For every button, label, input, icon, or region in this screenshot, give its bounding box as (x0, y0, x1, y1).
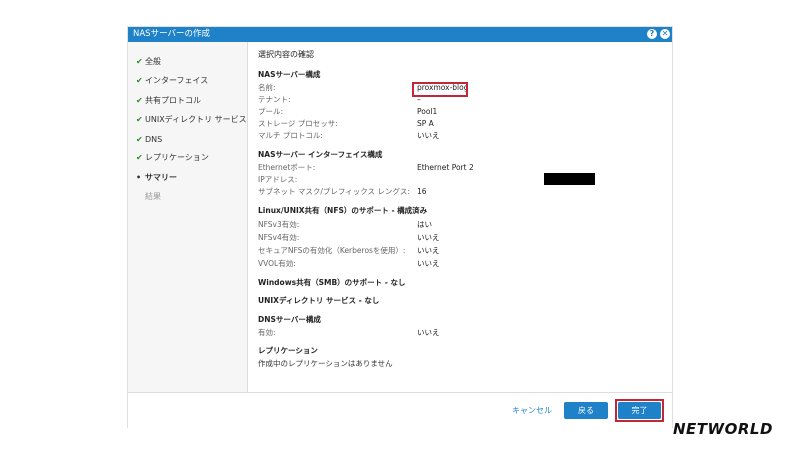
help-icon[interactable]: ? (647, 29, 657, 39)
step-label: UNIXディレクトリ サービス (145, 115, 247, 124)
step-label: レプリケーション (145, 153, 209, 162)
dns-config-title: DNSサーバー構成 (258, 315, 321, 324)
check-icon: ✔ (136, 57, 143, 66)
finish-highlight-box (615, 399, 664, 422)
interface-config-title: NASサーバー インターフェイス構成 (258, 150, 383, 159)
step-sharing-protocols[interactable]: ✔ 共有プロトコル (136, 95, 201, 107)
step-label: DNS (145, 135, 163, 144)
replication-title: レプリケーション (258, 346, 318, 355)
smb-title: Windows共有（SMB）のサポート - なし (258, 278, 406, 287)
step-label: 共有プロトコル (145, 96, 201, 105)
subnet-value: 16 (417, 187, 427, 196)
dialog-footer: キャンセル 戻る 完了 (128, 392, 672, 430)
step-replication[interactable]: ✔ レプリケーション (136, 152, 209, 164)
step-results: 結果 (136, 191, 161, 203)
step-label: 結果 (145, 192, 161, 201)
vvol-label: VVOL有効: (258, 259, 296, 268)
tenant-label: テナント: (258, 95, 291, 104)
pool-value: Pool1 (417, 107, 438, 116)
dns-enabled-label: 有効: (258, 328, 276, 337)
step-unix-directory-service[interactable]: ✔ UNIXディレクトリ サービス (136, 114, 247, 126)
vvol-value: いいえ (417, 259, 440, 268)
nas-server-create-dialog: NASサーバーの作成 ? ✕ ✔ 全般 ✔ インターフェイス ✔ 共有プロトコル ✔ U… (127, 26, 673, 430)
step-label: インターフェイス (145, 76, 209, 85)
cancel-button[interactable]: キャンセル (512, 405, 552, 417)
check-icon: ✔ (136, 153, 143, 162)
step-interface[interactable]: ✔ インターフェイス (136, 75, 208, 87)
subnet-label: サブネット マスク/プレフィックス レングス: (258, 187, 410, 196)
back-button[interactable]: 戻る (564, 402, 608, 419)
ip-address-redacted (544, 173, 595, 185)
close-icon[interactable]: ✕ (660, 29, 670, 39)
nfsv4-label: NFSv4有効: (258, 233, 300, 242)
step-general[interactable]: ✔ 全般 (136, 56, 161, 68)
name-highlight-box (412, 82, 468, 97)
storage-processor-value: SP A (417, 119, 434, 128)
current-step-bullet-icon: • (136, 173, 142, 182)
wizard-steps-sidebar: ✔ 全般 ✔ インターフェイス ✔ 共有プロトコル ✔ UNIXディレクトリ サービス … (128, 42, 248, 392)
unix-directory-title: UNIXディレクトリ サービス - なし (258, 296, 380, 305)
multiprotocol-label: マルチ プロトコル: (258, 131, 323, 140)
replication-note: 作成中のレプリケーションはありません (258, 359, 393, 368)
nfsv3-value: はい (417, 220, 432, 229)
nas-config-title: NASサーバー構成 (258, 70, 321, 79)
ip-address-label: IPアドレス: (258, 175, 298, 184)
ethernet-port-value: Ethernet Port 2 (417, 163, 474, 172)
check-icon: ✔ (136, 96, 143, 105)
secure-nfs-label: セキュアNFSの有効化（Kerberosを使用）: (258, 246, 406, 255)
name-label: 名前: (258, 83, 276, 92)
networld-logo: NETWORLD (673, 420, 773, 438)
nfs-config-title: Linux/UNIX共有（NFS）のサポート - 構成済み (258, 206, 428, 215)
check-icon: ✔ (136, 76, 143, 85)
step-dns[interactable]: ✔ DNS (136, 134, 162, 146)
nfsv3-label: NFSv3有効: (258, 220, 300, 229)
dialog-titlebar: NASサーバーの作成 ? ✕ (128, 27, 672, 42)
ethernet-port-label: Ethernetポート: (258, 163, 316, 172)
step-summary[interactable]: • サマリー (136, 172, 177, 184)
dialog-title: NASサーバーの作成 (133, 29, 210, 39)
check-icon: ✔ (136, 135, 143, 144)
multiprotocol-value: いいえ (417, 131, 440, 140)
check-icon: ✔ (136, 115, 143, 124)
nfsv4-value: いいえ (417, 233, 440, 242)
summary-heading: 選択内容の確認 (258, 50, 314, 59)
summary-panel: 選択内容の確認 NASサーバー構成 名前: proxmox-blog テナント:… (258, 49, 668, 389)
secure-nfs-value: いいえ (417, 246, 440, 255)
storage-processor-label: ストレージ プロセッサ: (258, 119, 338, 128)
step-label: 全般 (145, 57, 161, 66)
step-label: サマリー (145, 173, 177, 182)
pool-label: プール: (258, 107, 284, 116)
dns-enabled-value: いいえ (417, 328, 440, 337)
